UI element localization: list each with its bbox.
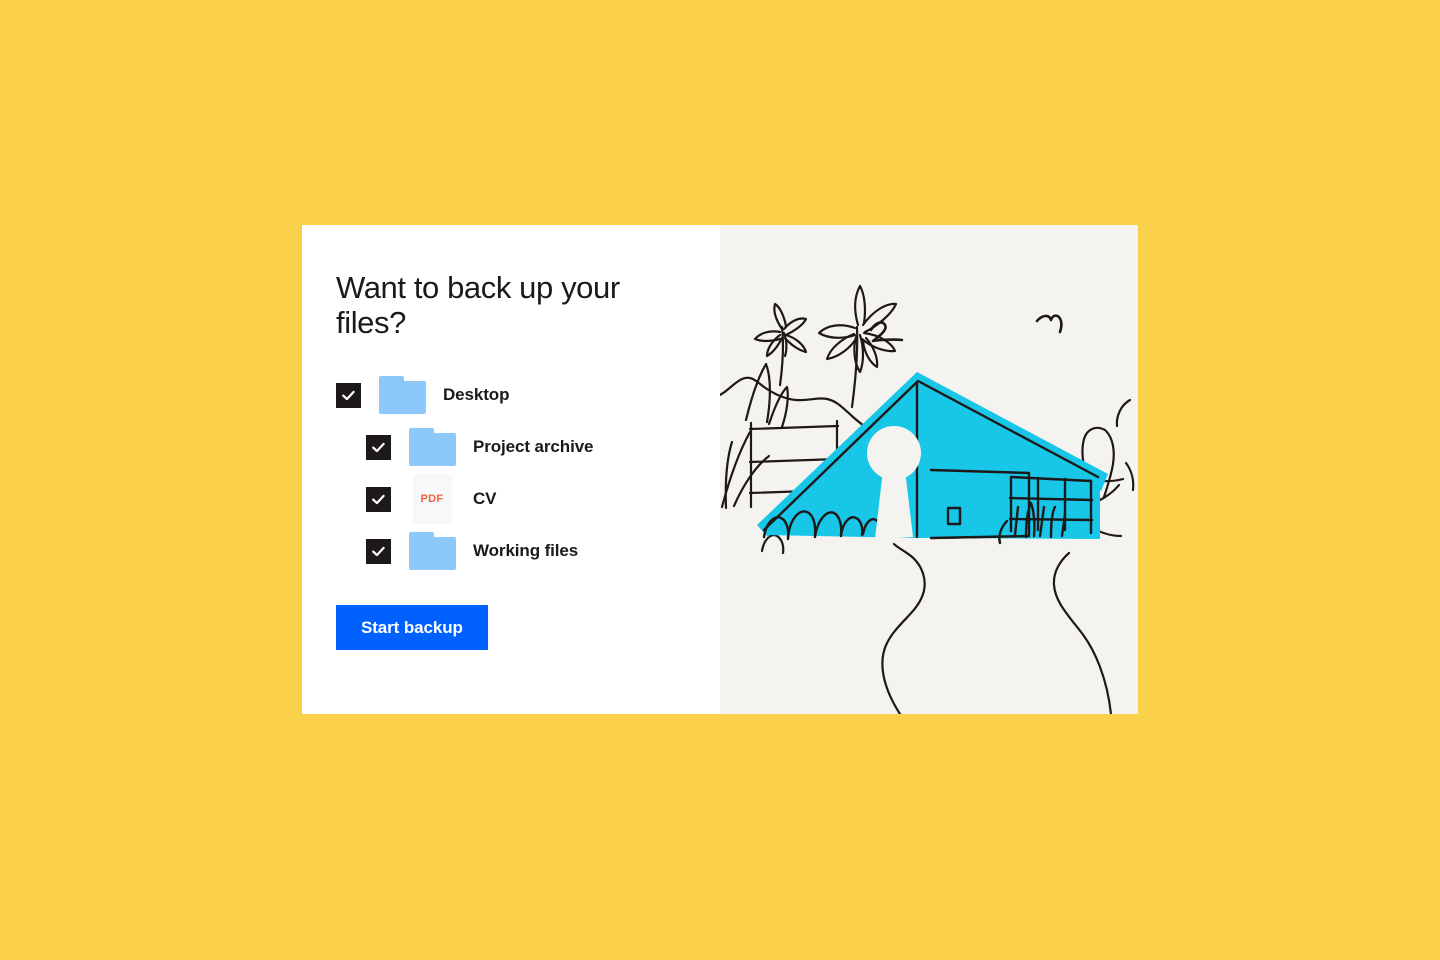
checkbox-desktop[interactable]: [336, 382, 361, 408]
checkbox-project-archive[interactable]: [366, 434, 391, 460]
house-with-keyhole-illustration: [720, 225, 1138, 714]
pdf-glyph: PDF: [412, 474, 452, 525]
folder-glyph: [378, 376, 426, 415]
illustration-svg: [720, 225, 1138, 714]
pdf-label: PDF: [420, 493, 444, 506]
folder-glyph: [408, 532, 456, 571]
folder-body: [408, 537, 456, 571]
checkbox-working-files[interactable]: [366, 538, 391, 564]
folder-icon: [406, 428, 458, 467]
backup-form-panel: Want to back up your files? Desktop Proj…: [302, 225, 720, 714]
list-item-label: CV: [473, 489, 497, 509]
backup-card: Want to back up your files? Desktop Proj…: [302, 225, 1138, 714]
list-item-label: Desktop: [443, 385, 510, 405]
folder-icon: [376, 376, 428, 415]
start-backup-button[interactable]: Start backup: [336, 605, 488, 651]
folder-list: Desktop Project archive PDF CV Working f…: [336, 369, 686, 577]
list-item[interactable]: Working files: [336, 525, 686, 577]
checkbox-cv[interactable]: [366, 486, 391, 512]
folder-glyph: [408, 428, 456, 467]
checkmark-icon: [372, 494, 385, 505]
folder-body: [378, 381, 426, 415]
checkmark-icon: [342, 390, 355, 401]
folder-body: [408, 433, 456, 467]
list-item-label: Project archive: [473, 437, 594, 457]
checkmark-icon: [372, 442, 385, 453]
list-item[interactable]: PDF CV: [336, 473, 686, 525]
page-title: Want to back up your files?: [336, 270, 620, 340]
pdf-file-icon: PDF: [406, 474, 458, 525]
list-item[interactable]: Desktop: [336, 369, 686, 421]
checkmark-icon: [372, 546, 385, 557]
folder-icon: [406, 532, 458, 571]
list-item[interactable]: Project archive: [336, 421, 686, 473]
list-item-label: Working files: [473, 541, 579, 561]
